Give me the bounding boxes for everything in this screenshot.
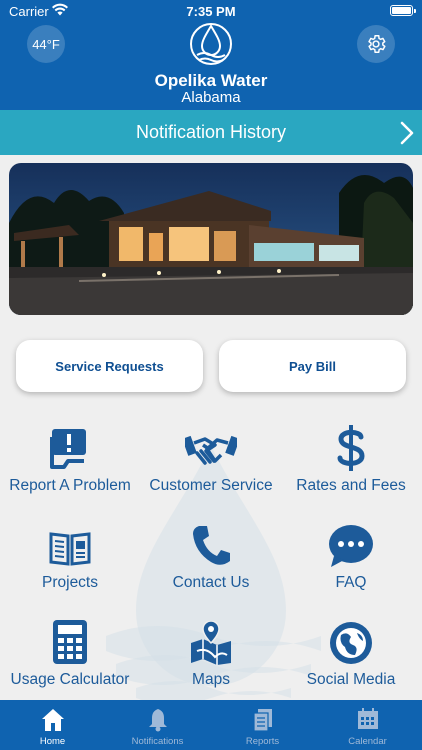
tab-reports[interactable]: Reports [210,700,315,750]
usage-calculator-tile[interactable]: Usage Calculator [0,617,140,697]
temperature-value: 44°F [32,36,60,52]
pay-bill-label: Pay Bill [289,358,336,374]
pay-bill-button[interactable]: Pay Bill [219,340,406,392]
rates-fees-label: Rates and Fees [296,477,406,494]
social-media-label: Social Media [306,671,396,688]
settings-button[interactable] [357,25,395,63]
report-problem-label: Report A Problem [9,477,131,494]
tab-home[interactable]: Home [0,700,105,750]
gear-icon [368,35,386,53]
faq-tile[interactable]: FAQ [281,520,421,600]
status-time: 7:35 PM [186,4,236,19]
notification-history-label: Notification History [135,122,287,142]
battery-icon [390,5,416,16]
social-media-tile[interactable]: Social Media [281,617,421,697]
tab-notifications[interactable]: Notifications [105,700,210,750]
document-icon [252,709,272,732]
chevron-right-icon [400,121,414,145]
brand-name: Opelika Water [154,71,268,90]
service-requests-button[interactable]: Service Requests [16,340,203,392]
service-requests-label: Service Requests [55,358,164,374]
dollar-icon [337,425,365,471]
contact-us-tile[interactable]: Contact Us [141,520,281,600]
customer-service-label: Customer Service [149,477,273,494]
notification-history-bar[interactable]: Notification History [0,110,422,155]
map-pin-icon [191,621,231,665]
temperature-badge[interactable]: 44°F [27,25,65,63]
open-book-icon [49,532,91,566]
home-icon [41,709,64,731]
bell-icon [148,709,167,732]
projects-label: Projects [42,574,98,591]
water-drop-logo-icon [190,23,232,65]
facility-photo [9,163,413,315]
chat-bubble-icon [329,525,373,567]
contact-us-label: Contact Us [172,574,250,591]
report-problem-tile[interactable]: Report A Problem [0,423,140,503]
tab-reports-label: Reports [245,736,280,747]
app-header: Carrier 7:35 PM 44°F Opelika Water Alaba… [0,0,422,110]
usage-calculator-label: Usage Calculator [10,671,130,688]
phone-icon [193,526,230,565]
maps-label: Maps [192,671,230,688]
tab-calendar-label: Calendar [348,736,387,747]
customer-service-tile[interactable]: Customer Service [141,423,281,503]
projects-tile[interactable]: Projects [0,520,140,600]
tab-notifications-label: Notifications [131,736,184,747]
tab-calendar[interactable]: Calendar [315,700,420,750]
handshake-icon [185,435,237,465]
tab-home-label: Home [39,736,66,747]
calculator-icon [53,620,87,664]
rates-fees-tile[interactable]: Rates and Fees [281,423,421,503]
bottom-tab-bar: Home Notifications Reports Calendar [0,700,422,750]
report-problem-icon [50,429,86,469]
calendar-icon [357,708,378,729]
brand-subtitle: Alabama [181,89,241,106]
faq-label: FAQ [335,574,367,591]
globe-icon [330,622,372,664]
maps-tile[interactable]: Maps [141,617,281,697]
